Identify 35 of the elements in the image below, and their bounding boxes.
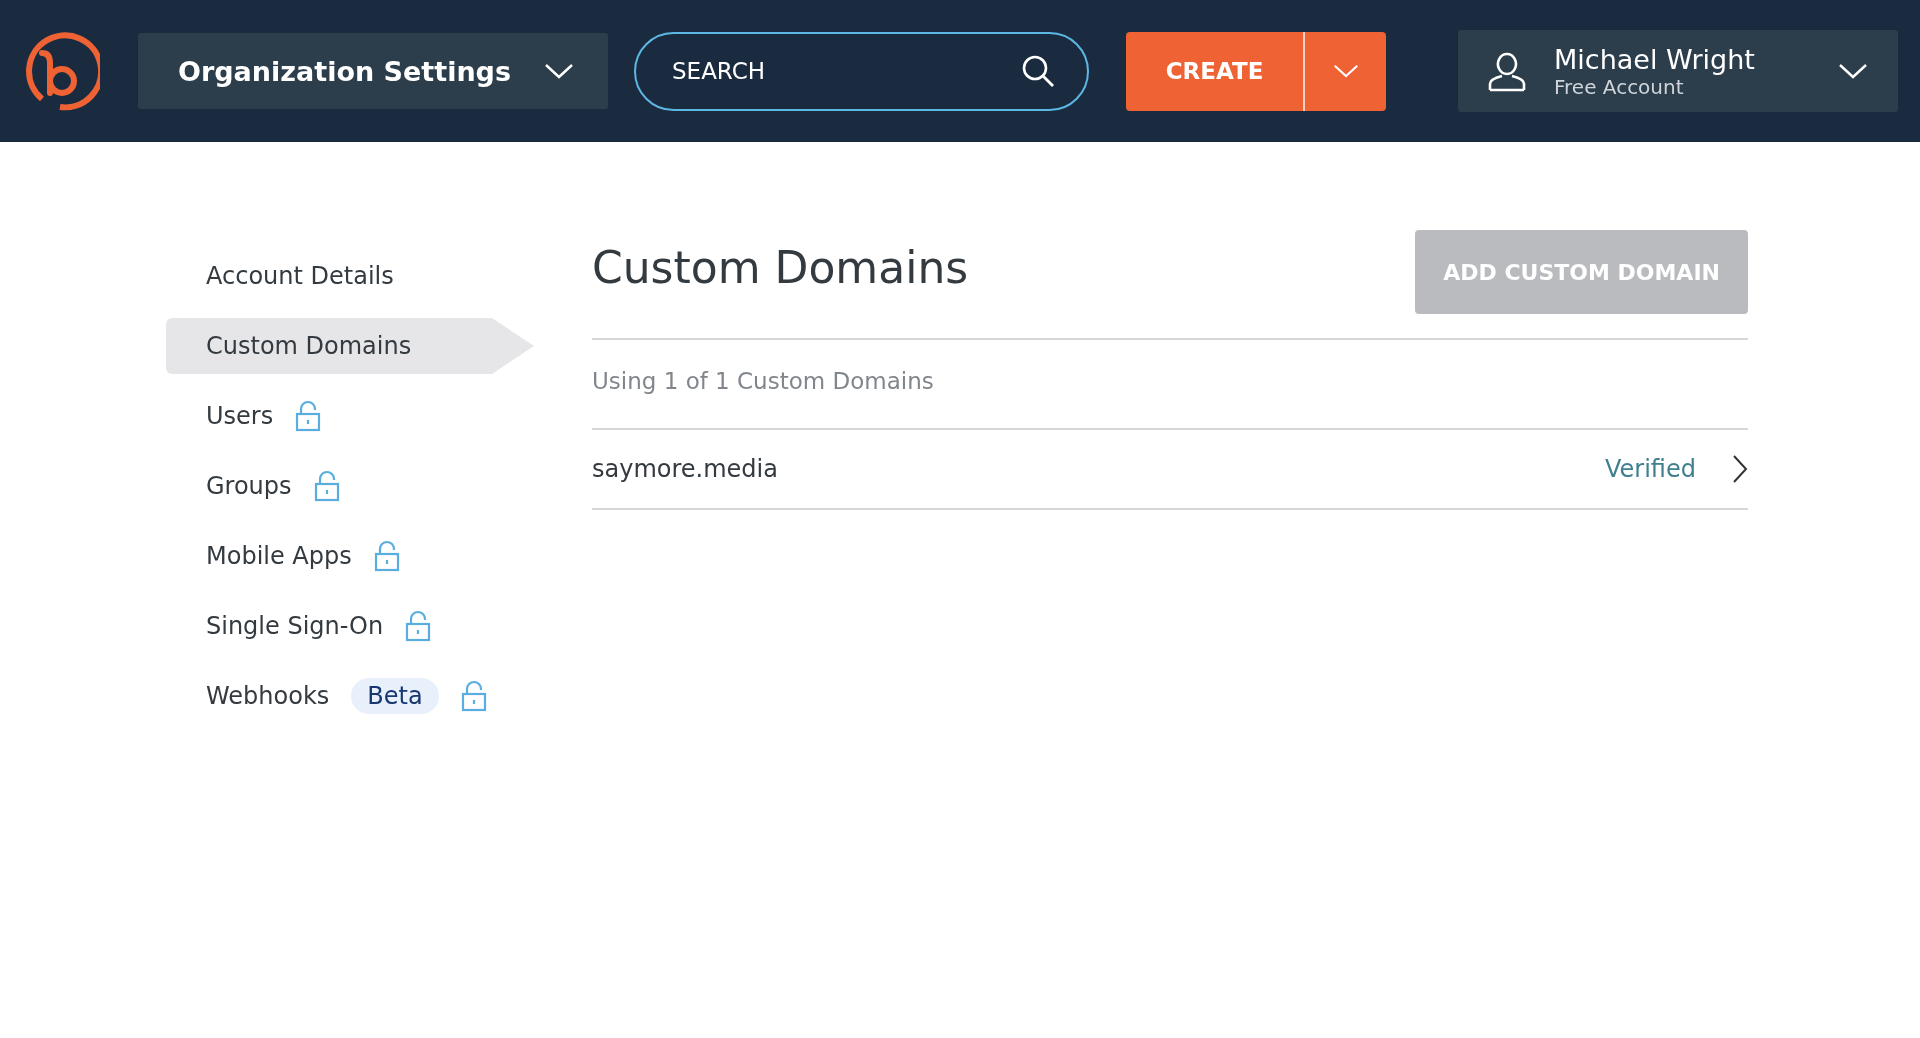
user-name: Michael Wright xyxy=(1554,43,1756,75)
lock-icon xyxy=(460,680,487,712)
sidebar-item[interactable]: Account Details xyxy=(166,248,492,304)
search-icon xyxy=(1021,53,1055,88)
sidebar-item[interactable]: Groups xyxy=(166,458,492,514)
sidebar-label: Account Details xyxy=(206,262,394,290)
lock-icon xyxy=(313,470,340,502)
search-field[interactable]: SEARCH xyxy=(634,31,1089,111)
sidebar-label: Single Sign-On xyxy=(206,612,384,640)
organization-dropdown[interactable]: Organization Settings xyxy=(138,33,608,109)
lock-icon xyxy=(373,540,400,572)
chevron-down-icon xyxy=(1332,63,1359,79)
usage-text: Using 1 of 1 Custom Domains xyxy=(592,368,934,394)
account-plan: Free Account xyxy=(1554,74,1684,99)
lock-icon xyxy=(295,400,322,432)
lock-icon xyxy=(405,610,432,642)
sidebar-item[interactable]: Single Sign-On xyxy=(166,598,492,654)
sidebar-item[interactable]: Mobile Apps xyxy=(166,528,492,584)
sidebar-label: Users xyxy=(206,402,274,430)
domain-name: saymore.media xyxy=(592,455,779,483)
domain-row[interactable]: saymore.media Verified xyxy=(592,430,1748,510)
sidebar-label: Webhooks xyxy=(206,682,330,710)
chevron-down-icon xyxy=(544,62,574,80)
sidebar-label: Groups xyxy=(206,472,292,500)
chevron-right-icon xyxy=(1732,454,1748,484)
chevron-down-icon xyxy=(1838,62,1868,80)
sidebar-label: Custom Domains xyxy=(206,332,412,360)
sidebar-item[interactable]: Webhooks Beta xyxy=(166,668,492,724)
sidebar-label: Mobile Apps xyxy=(206,542,352,570)
page-title: Custom Domains xyxy=(592,241,969,293)
user-menu[interactable]: Michael Wright Free Account xyxy=(1458,30,1898,112)
domain-status: Verified xyxy=(1605,455,1696,483)
beta-badge: Beta xyxy=(351,678,439,714)
user-icon xyxy=(1486,50,1528,92)
sidebar-item[interactable]: Users xyxy=(166,388,492,444)
